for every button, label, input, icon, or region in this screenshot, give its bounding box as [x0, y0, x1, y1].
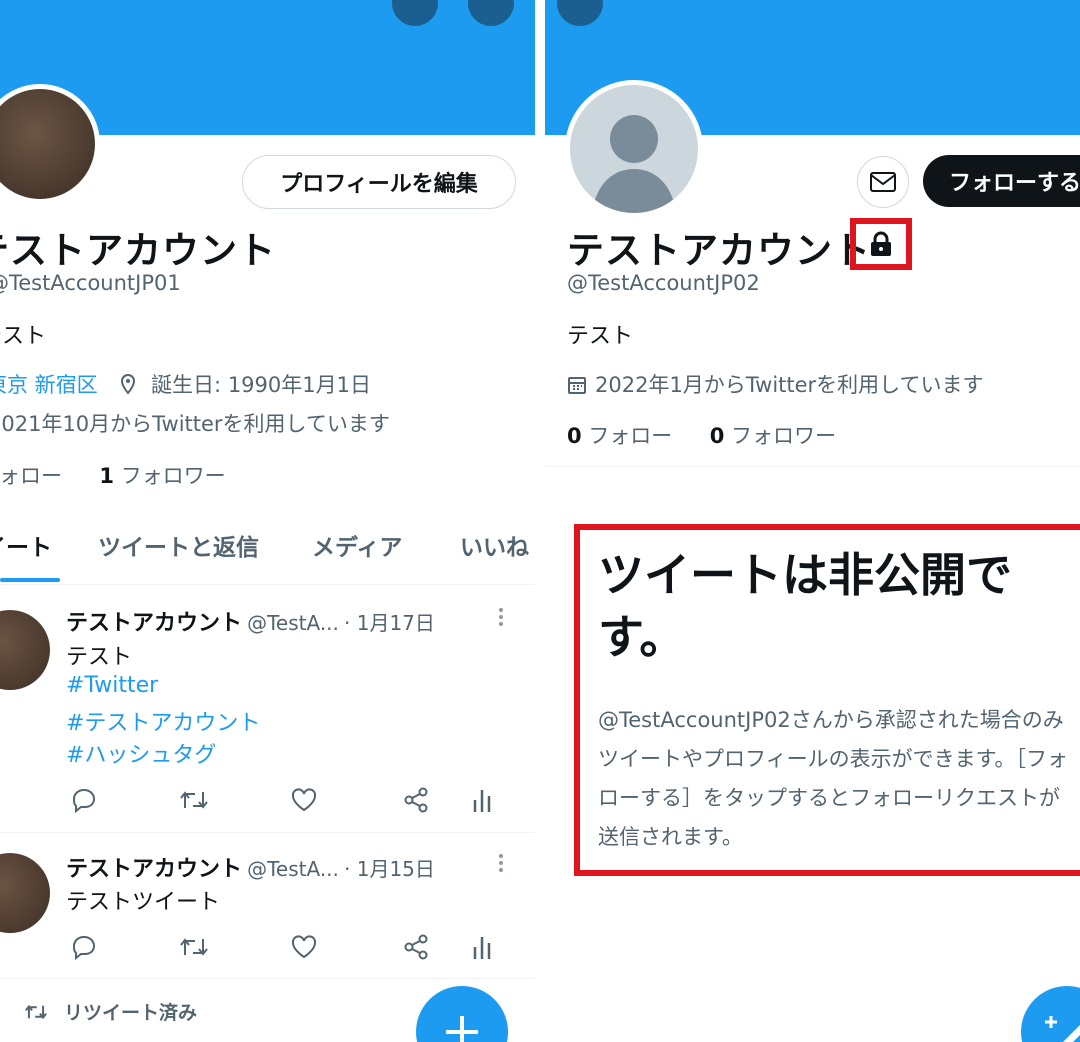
default-avatar-icon	[592, 115, 676, 213]
calendar-icon	[567, 375, 587, 400]
tab-likes[interactable]: いいね	[460, 528, 529, 562]
retweet-label: リツイート済み	[64, 1002, 198, 1024]
compose-tweet-button[interactable]	[416, 986, 508, 1042]
profile-meta-row: 東京 新宿区 誕生日: 1990年1月1日	[0, 369, 371, 400]
display-name: テストアカウント	[567, 229, 871, 272]
analytics-icon[interactable]	[470, 933, 498, 961]
bio: テスト	[0, 324, 47, 349]
mail-icon	[870, 172, 896, 192]
joined-date: 2021年10月からTwitterを利用しています	[0, 412, 390, 436]
tweet-author-handle[interactable]: @TestA...	[247, 611, 339, 635]
share-icon[interactable]	[402, 786, 430, 814]
default-avatar[interactable]	[565, 80, 703, 218]
tabs-divider	[0, 584, 535, 585]
tweet-text: テスト	[66, 645, 133, 670]
bio: テスト	[567, 324, 634, 349]
tweet-avatar[interactable]	[0, 610, 50, 690]
panel-divider	[535, 0, 545, 1042]
retweet-icon[interactable]	[178, 786, 208, 814]
tweet-author-name[interactable]: テストアカウント	[66, 857, 242, 882]
more-icon[interactable]	[496, 606, 506, 632]
active-tab-indicator	[0, 578, 60, 582]
right-profile-screen: フォローする テストアカウント @TestAccountJP02 テスト 202…	[545, 0, 1080, 1042]
location-pin-icon	[118, 373, 138, 400]
hashtag-link[interactable]: #テストアカウント	[66, 705, 260, 737]
hashtag-link[interactable]: #ハッシュタグ	[66, 737, 216, 769]
retweet-indicator: リツイート済み	[22, 998, 197, 1028]
like-icon[interactable]	[290, 933, 318, 961]
following-link[interactable]: フォロー	[0, 464, 62, 488]
handle: @TestAccountJP01	[0, 271, 181, 295]
joined-date: 2022年1月からTwitterを利用しています	[595, 373, 984, 397]
reply-icon[interactable]	[70, 933, 98, 961]
share-icon[interactable]	[402, 933, 430, 961]
tweet-author-name[interactable]: テストアカウント	[66, 611, 242, 636]
tweet-author-handle[interactable]: @TestA...	[247, 857, 339, 881]
tweet-divider	[0, 978, 535, 979]
joined-row: 2022年1月からTwitterを利用しています	[567, 369, 984, 400]
birthday: 誕生日: 1990年1月1日	[151, 373, 371, 397]
followers-count[interactable]: 0	[710, 424, 725, 448]
profile-divider	[545, 466, 1080, 467]
followers-link[interactable]: フォロワー	[121, 464, 226, 488]
tweet-header: テストアカウント @TestA... · 1月17日	[66, 605, 435, 637]
compose-tweet-button[interactable]	[1021, 986, 1080, 1042]
compose-icon	[1045, 1016, 1080, 1042]
compose-icon	[446, 1016, 478, 1042]
tweet-header: テストアカウント @TestA... · 1月15日	[66, 851, 435, 883]
followers-count[interactable]: 1	[99, 464, 114, 488]
following-count[interactable]: 0	[567, 424, 582, 448]
tweet-date[interactable]: · 1月15日	[344, 857, 435, 881]
protected-description: @TestAccountJP02さんから承認された場合のみツイートやプロフィール…	[598, 708, 1068, 849]
message-button[interactable]	[857, 156, 909, 208]
retweet-icon	[22, 1001, 50, 1028]
followers-link[interactable]: フォロワー	[731, 424, 836, 448]
lock-icon	[867, 230, 895, 262]
like-icon[interactable]	[290, 786, 318, 814]
more-icon[interactable]	[496, 852, 506, 878]
hashtag-link[interactable]: #Twitter	[66, 673, 158, 698]
reply-icon[interactable]	[70, 786, 98, 814]
tab-media[interactable]: メディア	[312, 528, 402, 562]
handle: @TestAccountJP02	[567, 271, 760, 295]
tweet-avatar[interactable]	[0, 853, 50, 933]
tab-tweets-and-replies[interactable]: ツイートと返信	[98, 528, 259, 562]
follow-stats: 0 フォロー 0 フォロワー	[567, 420, 836, 450]
tweet-divider	[0, 832, 535, 833]
follow-stats: フォロー 1 フォロワー	[0, 460, 226, 490]
following-link[interactable]: フォロー	[588, 424, 672, 448]
tweet-date[interactable]: · 1月17日	[344, 611, 435, 635]
tweet-text: テストツイート	[66, 890, 221, 915]
analytics-icon[interactable]	[470, 786, 498, 814]
edit-profile-button[interactable]: プロフィールを編集	[242, 155, 516, 209]
protected-title: ツイートは非公開です。	[598, 548, 1012, 664]
display-name: テストアカウント	[0, 229, 276, 272]
tab-tweets[interactable]: ツイート	[0, 528, 52, 562]
follow-button[interactable]: フォローする	[923, 155, 1080, 207]
location-link[interactable]: 東京 新宿区	[0, 373, 98, 397]
left-profile-screen: プロフィールを編集 テストアカウント @TestAccountJP01 テスト …	[0, 0, 535, 1042]
retweet-icon[interactable]	[178, 933, 208, 961]
